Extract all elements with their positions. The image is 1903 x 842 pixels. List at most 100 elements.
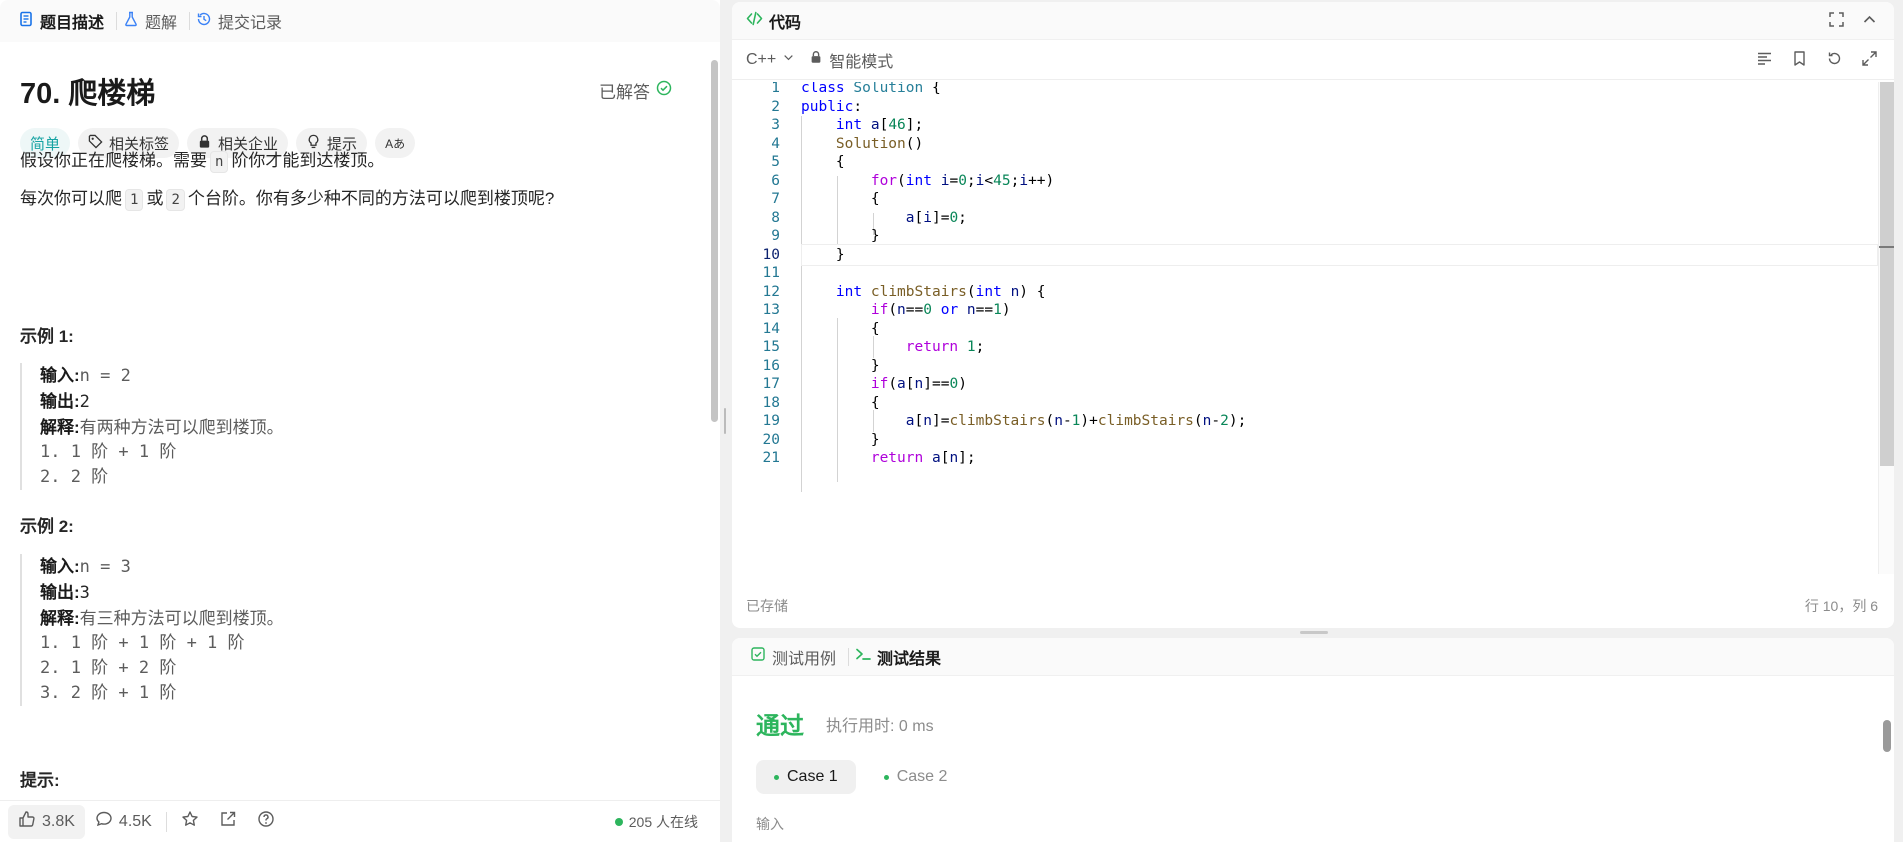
- chevron-down-icon: [782, 51, 795, 69]
- example-input: 输入:n = 2: [40, 363, 284, 389]
- case-1-tab[interactable]: Case 1: [756, 760, 856, 794]
- scrollbar-thumb[interactable]: [1883, 720, 1891, 752]
- inline-code: 1: [125, 189, 144, 211]
- tab-testresult[interactable]: 测试结果: [851, 645, 951, 669]
- comment-count: 4.5K: [118, 812, 152, 830]
- favorite-button[interactable]: [171, 805, 209, 839]
- tab-submissions[interactable]: 提交记录: [192, 0, 292, 42]
- cursor-position: 行 10，列 6: [1804, 598, 1878, 614]
- input-label: 输入:: [40, 366, 80, 385]
- explain-step: 1. 1 阶 + 1 阶 + 1 阶: [40, 633, 245, 653]
- tab-testcase[interactable]: 测试用例: [746, 645, 846, 669]
- explain-step: 1. 1 阶 + 1 阶: [40, 442, 177, 462]
- editor-scrollbar[interactable]: [1878, 82, 1894, 574]
- reset-icon[interactable]: [1826, 50, 1843, 70]
- desc-text: 阶你才能到达楼顶。: [231, 151, 385, 170]
- line-number: 2: [771, 98, 780, 115]
- line-number: 5: [771, 154, 780, 171]
- problem-panel: 题目描述 题解 提交记录 70. 爬楼梯 已解答 简单 相关标签 相关企业 提示…: [0, 0, 720, 842]
- footer-divider: [165, 811, 167, 832]
- output-value: 2: [79, 392, 90, 412]
- explain-step: 2. 2 阶: [40, 467, 109, 487]
- line-number: 13: [762, 302, 780, 319]
- help-button[interactable]: [247, 805, 285, 839]
- problem-scrollbar[interactable]: [708, 42, 720, 800]
- line-number: 10: [762, 246, 780, 263]
- share-button[interactable]: [209, 805, 247, 839]
- example-output: 输出:3: [40, 580, 284, 606]
- input-label: 输入:: [40, 557, 80, 576]
- smart-mode-toggle[interactable]: 智能模式: [809, 48, 893, 72]
- fullscreen-icon[interactable]: [1828, 11, 1845, 31]
- tab-submissions-label: 提交记录: [218, 15, 283, 32]
- test-panel: 测试用例 测试结果 通过 执行用时: 0 ms Case 1 Case 2 输入: [732, 638, 1894, 842]
- hint-title: 提示:: [20, 771, 60, 790]
- line-number: 6: [771, 172, 780, 189]
- thumbs-up-icon: [18, 810, 36, 833]
- like-button[interactable]: 3.8K: [8, 804, 85, 839]
- like-count: 3.8K: [42, 812, 75, 830]
- result-status: 通过: [756, 713, 804, 740]
- tab-solutions[interactable]: 题解: [119, 0, 187, 42]
- line-number: 17: [762, 376, 780, 393]
- editor-actions: [1756, 50, 1894, 70]
- expand-icon[interactable]: [1861, 50, 1878, 70]
- code-line: 21 return a[n];: [732, 447, 1878, 470]
- line-number: 4: [771, 135, 780, 152]
- desc-text: 每次你可以爬: [20, 189, 122, 208]
- example-2-block: 输入:n = 3 输出:3 解释:有三种方法可以爬到楼顶。 1. 1 阶 + 1…: [20, 554, 284, 706]
- save-status: 已存储: [746, 598, 788, 614]
- online-count: 205 人在线: [614, 812, 712, 832]
- description-paragraph-2: 每次你可以爬 1 或 2 个台阶。你有多少种不同的方法可以爬到楼顶呢?: [20, 184, 554, 211]
- smart-mode-label: 智能模式: [829, 53, 894, 71]
- terminal-icon: [855, 646, 871, 667]
- scrollbar-thumb[interactable]: [711, 60, 718, 422]
- comments-button[interactable]: 4.5K: [85, 805, 162, 839]
- result-scrollbar[interactable]: [1882, 698, 1892, 842]
- problem-title[interactable]: 70. 爬楼梯: [20, 70, 155, 112]
- line-number: 11: [762, 265, 780, 282]
- line-number: 1: [771, 82, 780, 97]
- problem-tabs: 题目描述 题解 提交记录: [0, 0, 720, 42]
- case-2-tab[interactable]: Case 2: [866, 760, 966, 794]
- line-number: 20: [762, 431, 780, 448]
- chevron-up-icon[interactable]: [1861, 11, 1878, 31]
- bookmark-icon[interactable]: [1791, 50, 1808, 70]
- problem-footer: 3.8K 4.5K 205 人在线: [0, 800, 720, 842]
- test-tabs: 测试用例 测试结果: [732, 638, 1894, 676]
- explain-value: 有三种方法可以爬到楼顶。: [79, 609, 284, 628]
- scrollbar-thumb[interactable]: [1880, 82, 1894, 466]
- problem-content: 70. 爬楼梯 已解答 简单 相关标签 相关企业 提示 Aあ 假设你正在爬楼梯。…: [0, 42, 706, 800]
- solved-status: 已解答: [599, 78, 672, 103]
- runtime-info: 执行用时: 0 ms: [826, 718, 934, 735]
- code-title-label: 代码: [769, 14, 802, 32]
- line-number: 3: [771, 117, 780, 134]
- tab-description-label: 题目描述: [40, 15, 105, 32]
- code-footer: 已存储 行 10，列 6: [732, 584, 1894, 628]
- cursor-marker: [1879, 246, 1894, 248]
- output-label: 输出:: [40, 392, 80, 411]
- solved-status-label: 已解答: [599, 83, 650, 102]
- language-select[interactable]: C++: [746, 51, 795, 69]
- question-circle-icon: [257, 810, 275, 833]
- lock-icon: [809, 50, 823, 69]
- line-number: 9: [771, 228, 780, 245]
- language-label: C++: [746, 50, 777, 68]
- code-panel: 代码 C++ 智能模式 1 class Solution {2 public:…: [732, 2, 1894, 628]
- pass-dot-icon: [883, 774, 889, 780]
- case-tabs: Case 1 Case 2: [756, 760, 965, 794]
- format-icon[interactable]: [1756, 50, 1773, 70]
- tab-description[interactable]: 题目描述: [14, 0, 114, 42]
- line-number: 12: [762, 283, 780, 300]
- line-number: 15: [762, 339, 780, 356]
- vertical-splitter[interactable]: [720, 0, 732, 842]
- code-editor[interactable]: 1 class Solution { 2 public: 3 int a[46]; …: [732, 82, 1894, 574]
- checkbox-icon: [750, 646, 766, 667]
- example-explain: 解释:有三种方法可以爬到楼顶。: [40, 606, 284, 631]
- explain-value: 有两种方法可以爬到楼顶。: [79, 418, 284, 437]
- line-number: 8: [771, 209, 780, 226]
- horizontal-splitter[interactable]: [1300, 631, 1328, 634]
- splitter-grip[interactable]: [724, 408, 726, 434]
- description-paragraph-1: 假设你正在爬楼梯。需要 n 阶你才能到达楼顶。: [20, 146, 384, 173]
- pass-dot-icon: [774, 774, 779, 780]
